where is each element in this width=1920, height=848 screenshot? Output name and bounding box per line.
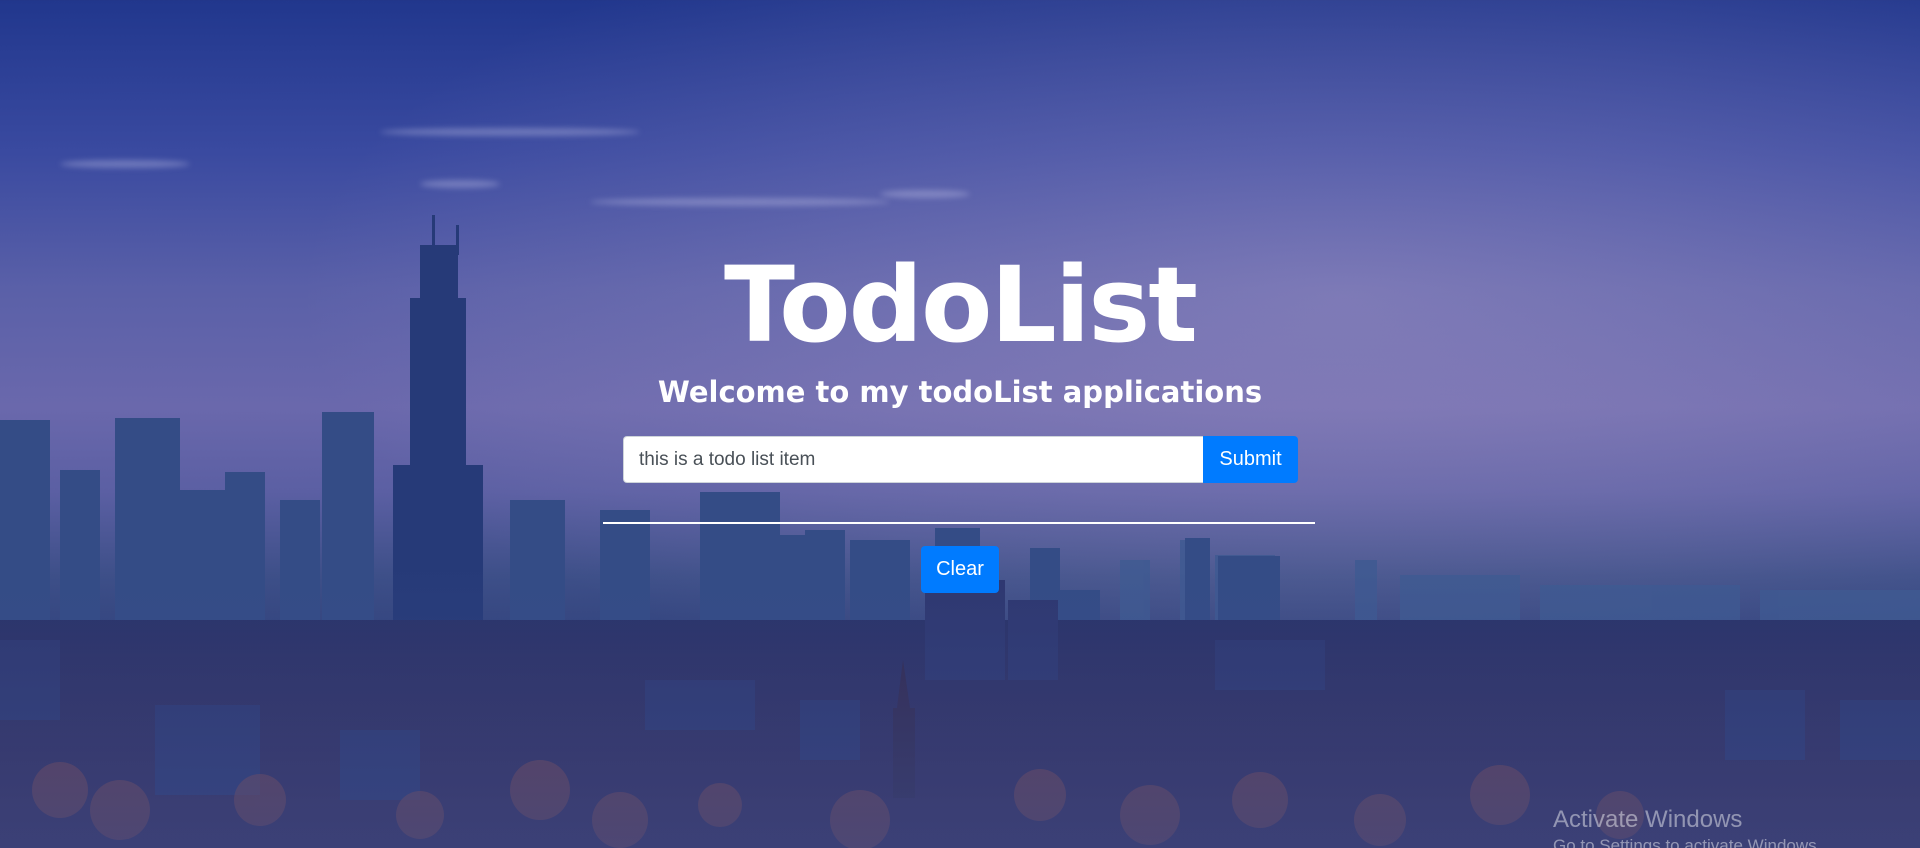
- watermark-title: Activate Windows: [1553, 806, 1743, 833]
- divider: [603, 522, 1315, 524]
- app-title: TodoList: [723, 244, 1198, 366]
- app-subtitle: Welcome to my todoList applications: [657, 375, 1263, 409]
- clear-button[interactable]: Clear: [921, 546, 999, 593]
- background-cloud: [590, 198, 890, 206]
- background-sky-glow: [0, 0, 1920, 848]
- background-cloud: [380, 128, 640, 136]
- todo-input[interactable]: [623, 436, 1203, 483]
- activate-windows-watermark: Activate Windows Go to Settings to activ…: [1553, 805, 1821, 848]
- city-skyline-background: [0, 215, 1920, 848]
- background-cloud: [60, 160, 190, 168]
- todo-form: Submit: [623, 436, 1298, 483]
- background-cloud: [880, 190, 970, 198]
- watermark-subtitle: Go to Settings to activate Windows.: [1553, 836, 1822, 848]
- background-cloud: [420, 180, 500, 188]
- submit-button[interactable]: Submit: [1203, 436, 1298, 483]
